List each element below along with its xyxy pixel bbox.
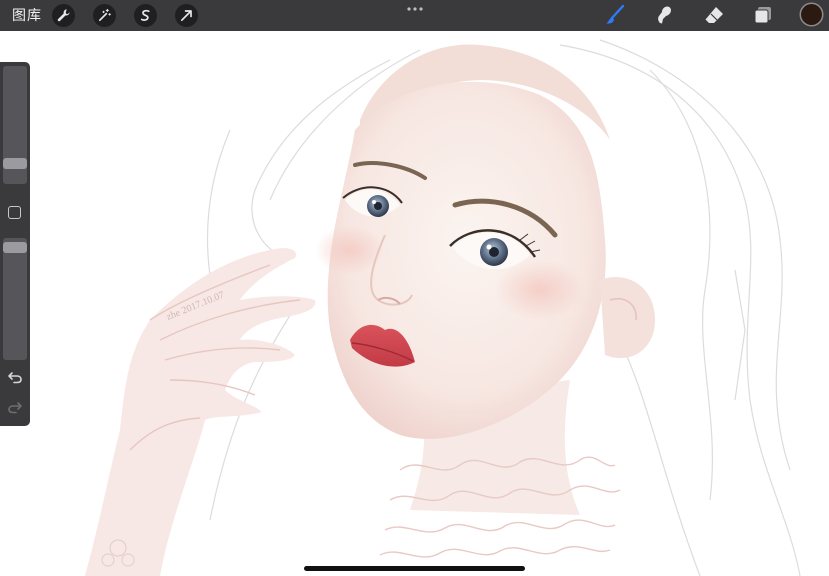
smudge-icon[interactable]	[653, 4, 675, 26]
modify-button[interactable]	[8, 206, 21, 219]
wrench-icon[interactable]	[52, 4, 75, 27]
artwork: zhe 2017.10.07	[85, 39, 801, 576]
more-options-icon[interactable]	[405, 5, 425, 13]
gallery-button[interactable]: 图库	[12, 7, 42, 24]
brush-size-slider-thumb[interactable]	[3, 158, 27, 169]
eraser-icon[interactable]	[703, 4, 725, 26]
opacity-slider-thumb[interactable]	[3, 242, 27, 253]
side-toolbar	[0, 62, 30, 426]
layers-icon[interactable]	[752, 4, 774, 26]
redo-icon[interactable]	[7, 400, 23, 414]
color-picker-swatch[interactable]	[801, 4, 822, 25]
top-toolbar: 图库	[0, 0, 829, 31]
undo-icon[interactable]	[7, 370, 23, 384]
transform-arrow-icon[interactable]	[175, 4, 198, 27]
brush-icon[interactable]	[604, 4, 626, 26]
magic-wand-icon[interactable]	[93, 4, 116, 27]
opacity-slider[interactable]	[3, 238, 27, 360]
drawing-canvas[interactable]: zhe 2017.10.07	[0, 31, 829, 576]
selection-icon[interactable]	[134, 4, 157, 27]
home-indicator[interactable]	[304, 566, 525, 571]
